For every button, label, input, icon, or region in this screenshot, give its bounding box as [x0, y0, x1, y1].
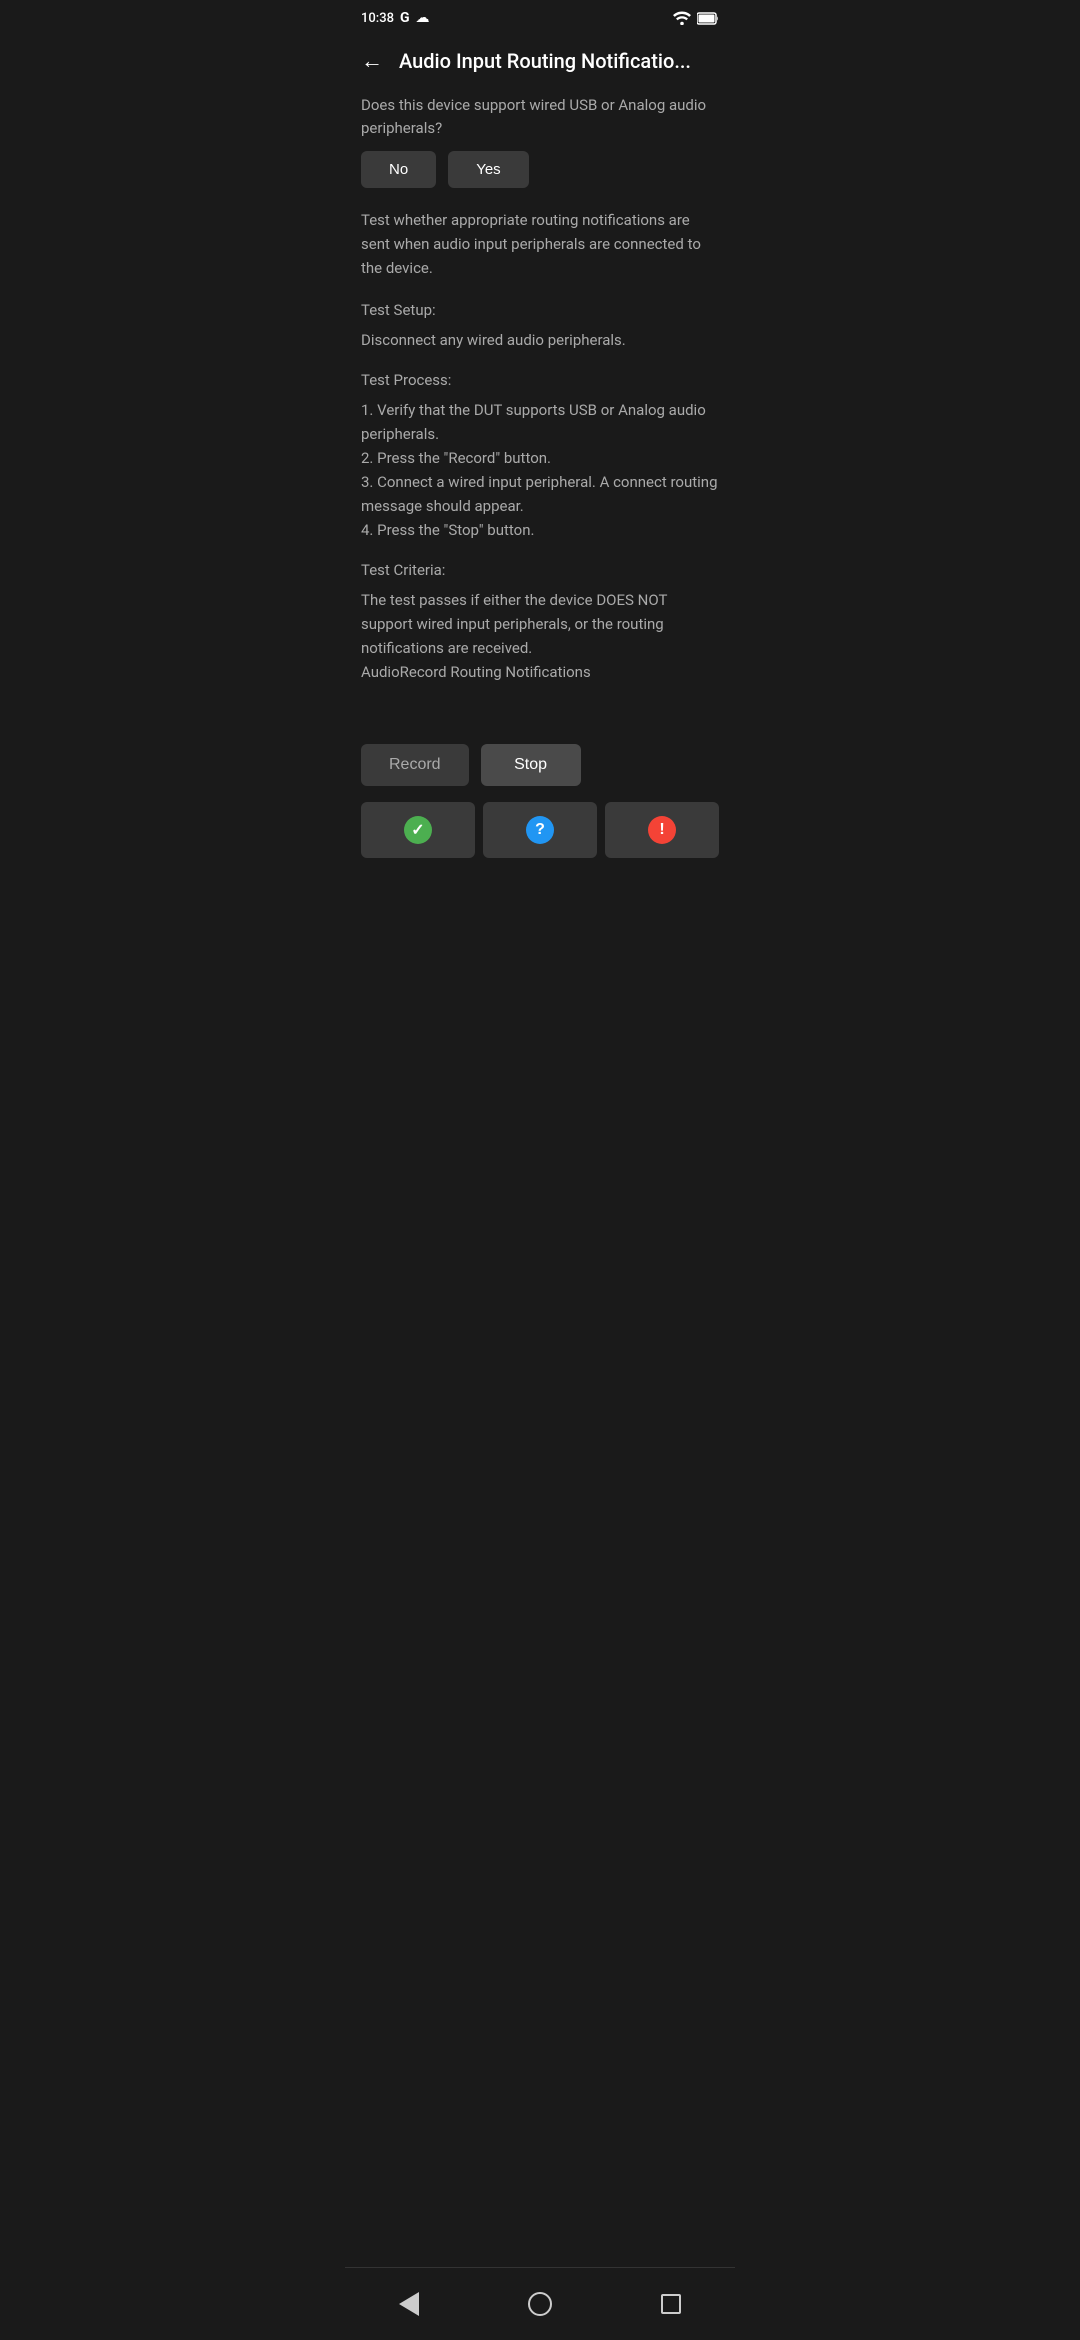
header: ← Audio Input Routing Notificatio... [345, 36, 735, 86]
test-setup-section: Test Setup: Disconnect any wired audio p… [361, 298, 719, 352]
criteria-body: The test passes if either the device DOE… [361, 588, 719, 684]
google-icon: G [400, 10, 410, 26]
action-buttons: Record Stop [345, 728, 735, 802]
stop-button[interactable]: Stop [481, 744, 581, 786]
fail-icon: ! [648, 816, 676, 844]
back-button[interactable]: ← [361, 48, 383, 74]
status-bar-left: 10:38 G ☁ [361, 10, 430, 26]
criteria-title: Test Criteria: [361, 558, 719, 582]
record-button[interactable]: Record [361, 744, 469, 786]
yes-button[interactable]: Yes [448, 151, 528, 188]
question-text: Does this device support wired USB or An… [361, 94, 719, 139]
status-bar-right [673, 11, 719, 25]
test-criteria-section: Test Criteria: The test passes if either… [361, 558, 719, 684]
choice-buttons: No Yes [361, 151, 719, 188]
description-text: Test whether appropriate routing notific… [361, 208, 719, 280]
result-buttons: ✓ ? ! [345, 802, 735, 874]
nav-recents-button[interactable] [653, 2286, 689, 2322]
setup-title: Test Setup: [361, 298, 719, 322]
home-circle-icon [528, 2292, 552, 2316]
process-title: Test Process: [361, 368, 719, 392]
recents-square-icon [661, 2294, 681, 2314]
question-icon: ? [526, 816, 554, 844]
pass-icon: ✓ [404, 816, 432, 844]
fail-button[interactable]: ! [605, 802, 719, 858]
setup-body: Disconnect any wired audio peripherals. [361, 328, 719, 352]
wifi-icon [673, 11, 691, 25]
process-body: 1. Verify that the DUT supports USB or A… [361, 398, 719, 542]
time-display: 10:38 [361, 11, 394, 26]
nav-bar [345, 2267, 735, 2340]
status-bar: 10:38 G ☁ [345, 0, 735, 36]
question-button[interactable]: ? [483, 802, 597, 858]
content-area: Does this device support wired USB or An… [345, 86, 735, 708]
pass-button[interactable]: ✓ [361, 802, 475, 858]
cloud-icon: ☁ [416, 10, 430, 26]
test-process-section: Test Process: 1. Verify that the DUT sup… [361, 368, 719, 542]
page-title: Audio Input Routing Notificatio... [399, 49, 691, 73]
nav-back-button[interactable] [391, 2284, 427, 2324]
no-button[interactable]: No [361, 151, 436, 188]
back-triangle-icon [399, 2292, 419, 2316]
nav-home-button[interactable] [520, 2284, 560, 2324]
battery-icon [697, 12, 719, 25]
